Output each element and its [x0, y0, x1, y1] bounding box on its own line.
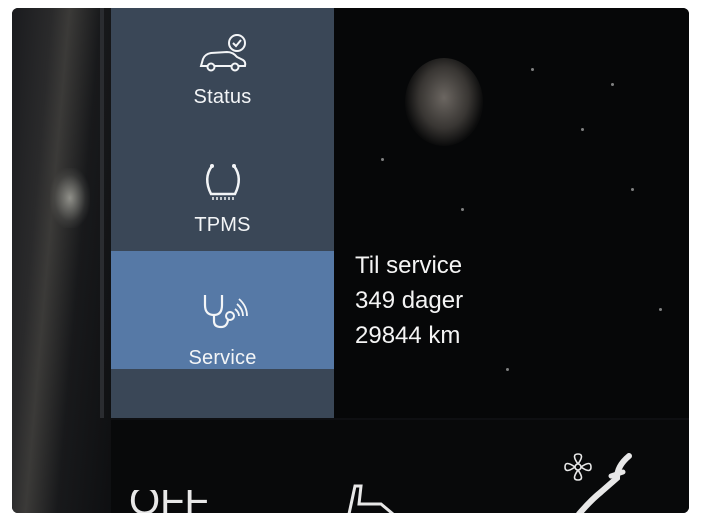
off-label[interactable]: OFF — [129, 490, 259, 513]
tire-pressure-icon — [206, 164, 240, 200]
service-days-remaining: 349 dager — [355, 287, 464, 314]
dust-speck — [461, 208, 464, 211]
service-info: Til service 349 dager 29844 km — [355, 248, 463, 353]
photo: Status TPMS Service Til service 349 dage… — [0, 0, 701, 513]
dust-speck — [531, 68, 534, 71]
infotainment-screen: Status TPMS Service Til service 349 dage… — [111, 8, 689, 418]
sidebar-item-status[interactable]: Status — [111, 8, 334, 126]
seat-icon[interactable] — [343, 478, 399, 513]
stethoscope-icon — [203, 295, 248, 329]
sidebar-item-label: Service — [188, 347, 257, 369]
sidebar-item-tpms[interactable]: TPMS — [111, 138, 334, 256]
dust-speck — [611, 83, 614, 86]
screen-edge — [100, 8, 104, 418]
sidebar-item-label: Status — [193, 86, 252, 108]
off-text: OFF — [129, 490, 209, 513]
climate-bar: OFF — [111, 420, 689, 513]
fingerprint-smudge — [405, 58, 483, 146]
dust-speck — [659, 308, 662, 311]
car-check-icon — [199, 34, 247, 72]
service-distance-remaining: 29844 km — [355, 322, 461, 349]
display-bezel: Status TPMS Service Til service 349 dage… — [12, 8, 689, 513]
sidebar-item-service[interactable]: Service — [111, 251, 334, 369]
dust-speck — [381, 158, 384, 161]
light-glare — [50, 168, 90, 228]
dust-speck — [631, 188, 634, 191]
dust-speck — [581, 128, 584, 131]
bezel-reflection — [12, 8, 112, 513]
sidebar-item-label: TPMS — [194, 214, 251, 236]
service-title: Til service — [355, 252, 463, 279]
seat-heat-icon[interactable] — [571, 452, 641, 513]
dust-speck — [506, 368, 509, 371]
sidebar: Status TPMS Service — [111, 8, 334, 418]
